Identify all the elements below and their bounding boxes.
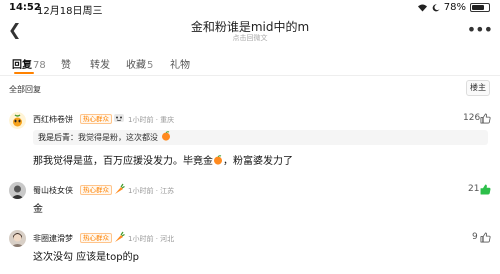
comment-location: 江苏: [160, 187, 175, 195]
more-icon[interactable]: •••: [467, 20, 493, 39]
quote-text: 我觉得是粉，这次都没: [78, 133, 158, 142]
active-tab-indicator: [14, 72, 34, 74]
username[interactable]: 非圈逮滑梦: [33, 233, 73, 244]
fan-badge: 热心群众: [80, 114, 112, 124]
tab-bar: 回复78 赞 转发 收藏5 礼物: [0, 50, 500, 76]
carrot-icon: [115, 183, 125, 194]
quote-author: 我是后青：: [38, 133, 78, 142]
wifi-icon: [417, 4, 427, 12]
comment-meta: 1小时前 · 河北: [128, 235, 175, 243]
thumbs-up-icon[interactable]: [480, 113, 491, 124]
tab-count: 78: [33, 60, 46, 71]
comment-text: 这次没勾 应该是top的p: [33, 252, 139, 263]
tab-likes[interactable]: 赞: [61, 56, 71, 71]
tab-count: 5: [147, 60, 154, 71]
comment-meta: 1小时前 · 重庆: [128, 116, 175, 124]
fan-badge: 热心群众: [80, 185, 112, 195]
tab-label: 礼物: [170, 60, 190, 71]
orange-emoji-icon: [161, 131, 170, 141]
comment-time: 1小时前: [128, 187, 154, 195]
moon-icon: [432, 3, 440, 11]
fan-badge: 热心群众: [80, 233, 112, 243]
like-count: 126: [463, 113, 481, 123]
nav-bar: ❮ 金和粉谁是mid中的m 点击回微文 •••: [0, 16, 500, 46]
tab-label: 转发: [90, 60, 110, 71]
username[interactable]: 西红柿卷饼: [33, 114, 73, 125]
tab-favorites[interactable]: 收藏5: [126, 56, 153, 71]
thumbs-up-icon[interactable]: [480, 232, 491, 243]
comment-item: 蜀山枝女侠 热心群众 1小时前 · 江苏 21 金: [0, 180, 500, 220]
comment-location: 河北: [160, 235, 175, 243]
tab-label: 收藏: [126, 60, 146, 71]
comment-item: 非圈逮滑梦 热心群众 1小时前 · 河北 9 这次没勾 应该是top的p: [0, 228, 500, 272]
tab-label: 回复: [12, 60, 32, 71]
status-date: 12月18日周三: [37, 6, 103, 17]
avatar[interactable]: [9, 230, 26, 247]
tab-gifts[interactable]: 礼物: [170, 56, 190, 71]
comment-location: 重庆: [160, 116, 175, 124]
comment-text: 那我觉得是蓝，百万应援没发力。毕竟金 ，粉富婆发力了: [33, 152, 293, 167]
sort-label[interactable]: 全部回复: [9, 84, 41, 95]
battery-icon: [470, 3, 490, 12]
quoted-reply[interactable]: 我是后青：我觉得是粉，这次都没: [33, 130, 488, 145]
avatar[interactable]: [9, 112, 26, 129]
carrot-icon: [115, 231, 125, 242]
comment-time: 1小时前: [128, 235, 154, 243]
battery-percent: 78%: [443, 2, 466, 13]
comment-text-part: 那我觉得是蓝，百万应援没发力。毕竟金: [33, 156, 213, 167]
comment-time: 1小时前: [128, 116, 154, 124]
orange-emoji-icon: [214, 155, 222, 165]
medal-icon: [114, 114, 124, 122]
tab-reposts[interactable]: 转发: [90, 56, 110, 71]
username[interactable]: 蜀山枝女侠: [33, 185, 73, 196]
tab-label: 赞: [61, 60, 71, 71]
comment-text: 金: [33, 204, 43, 215]
status-icons: 78%: [417, 2, 490, 13]
page-subtitle[interactable]: 点击回微文: [0, 33, 500, 43]
sort-bar: 全部回复 楼主: [0, 76, 500, 102]
comment-text-part: ，粉富婆发力了: [223, 156, 293, 167]
tab-replies[interactable]: 回复78: [12, 56, 46, 71]
comment-meta: 1小时前 · 江苏: [128, 187, 175, 195]
avatar[interactable]: [9, 182, 26, 199]
thumbs-up-liked-icon[interactable]: [480, 184, 491, 195]
comment-item: 西红柿卷饼 热心群众 1小时前 · 重庆 126 我是后青：我觉得是粉，这次都没…: [0, 108, 500, 178]
owner-only-button[interactable]: 楼主: [466, 80, 490, 96]
like-count: 21: [468, 184, 480, 194]
status-bar: 14:52 12月18日周三 78%: [0, 0, 500, 17]
like-count: 9: [472, 232, 478, 242]
